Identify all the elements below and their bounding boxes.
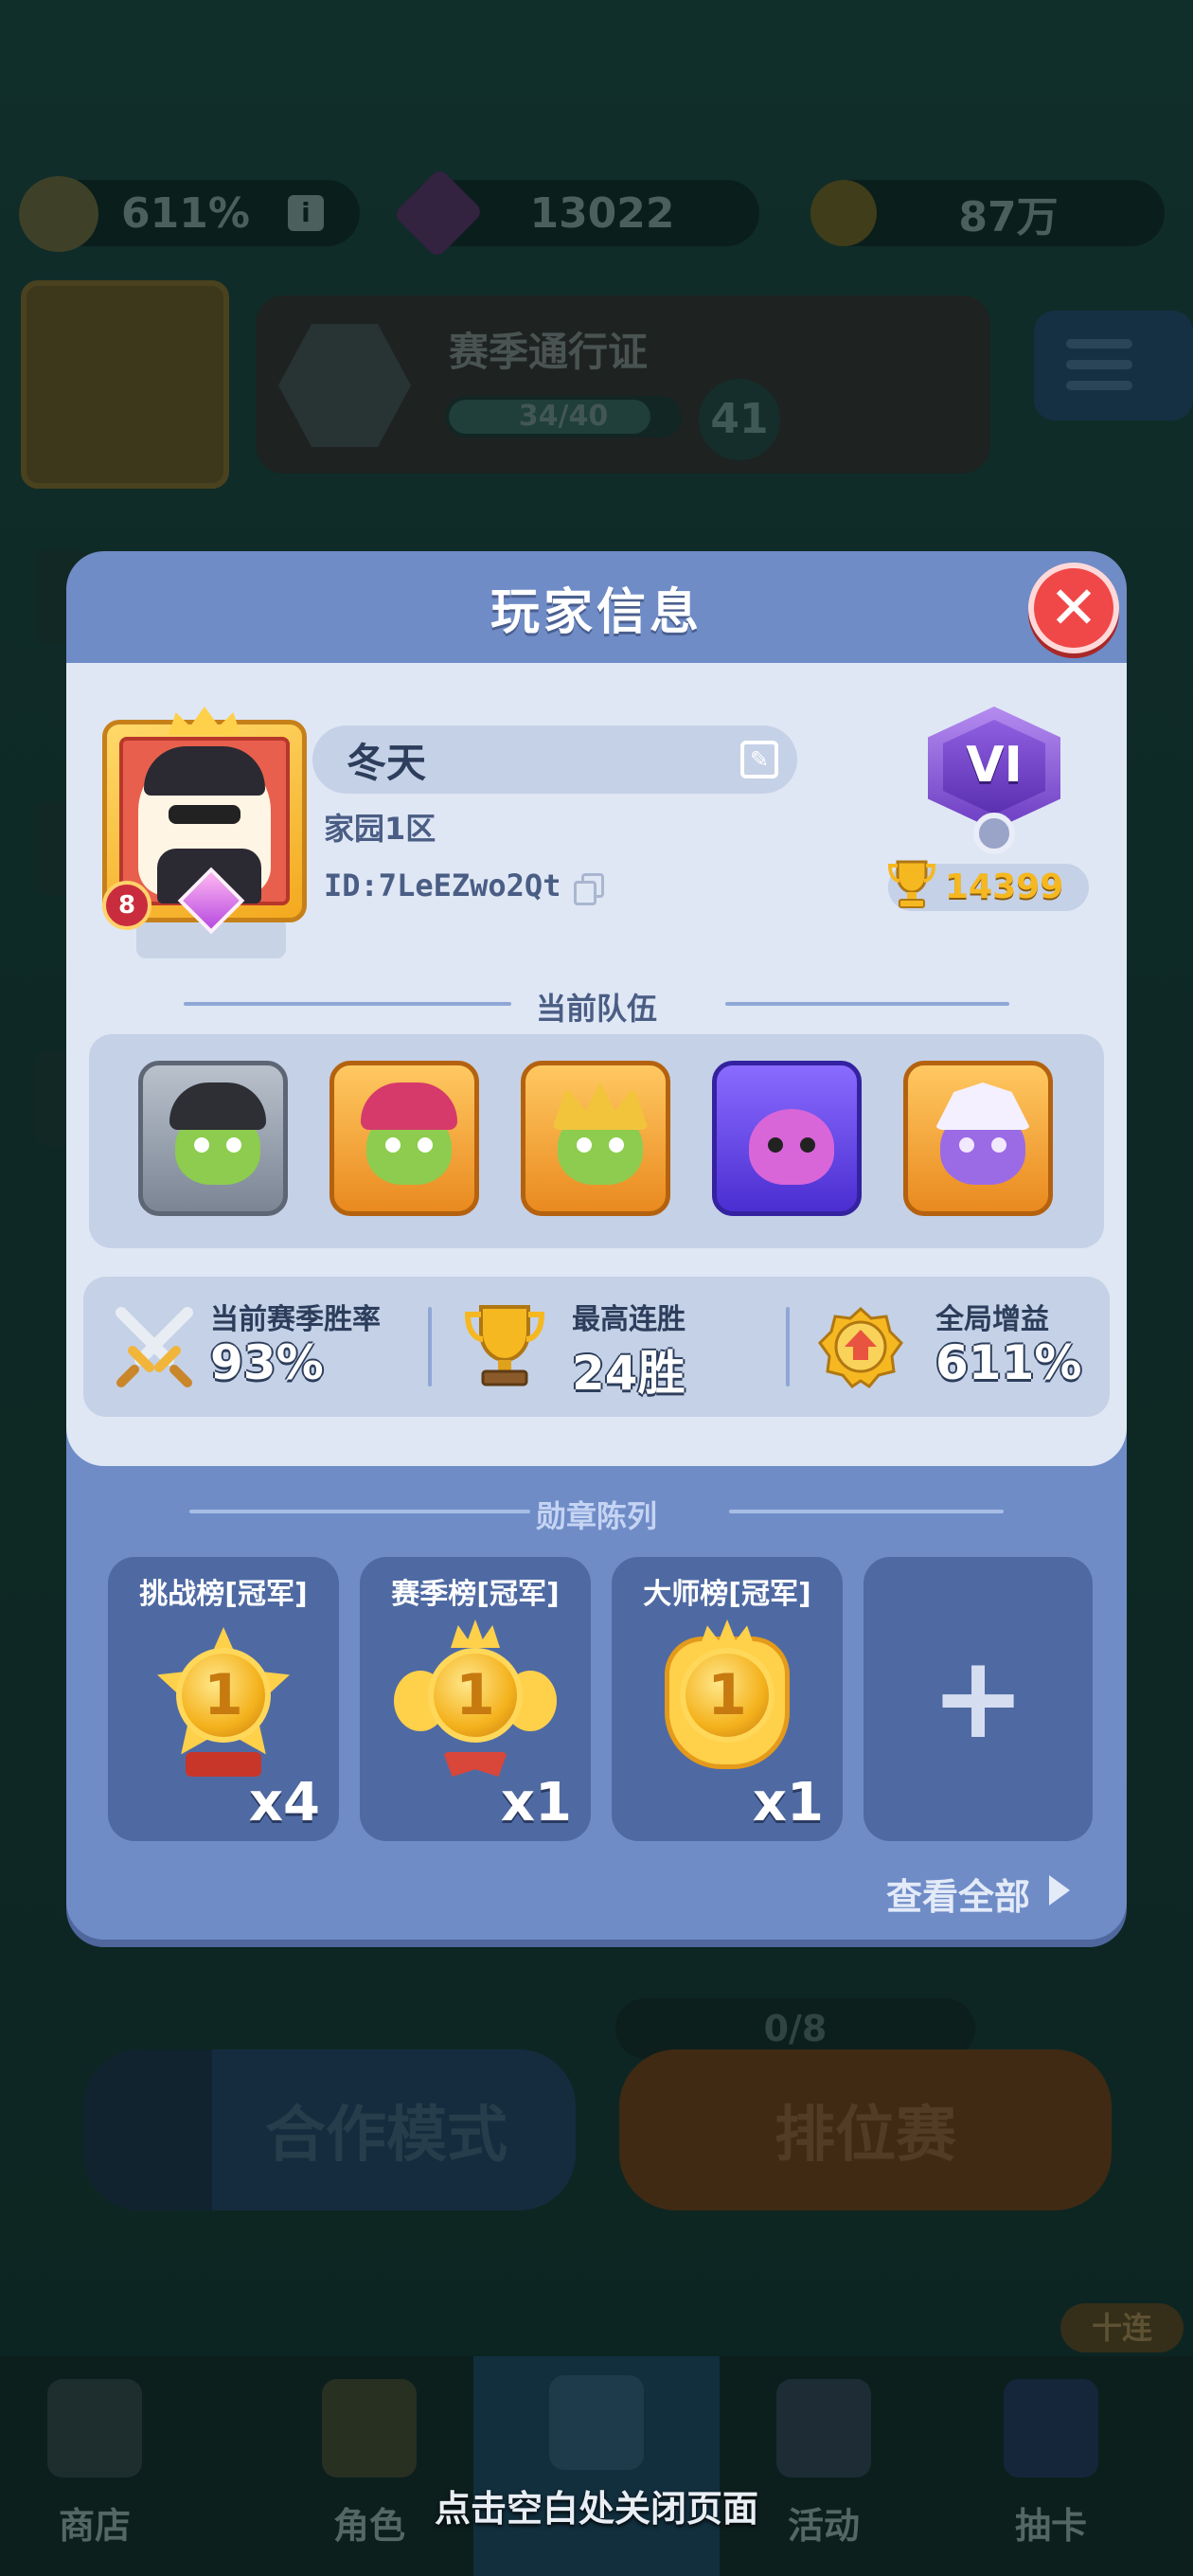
dialog-title: 玩家信息 bbox=[490, 583, 703, 641]
player-info-panel: 8 冬天 ✎ 家园1区 ID:7LeEZwo2Qt VI 14399 当前队伍 … bbox=[66, 663, 1127, 1466]
global-boost-value: 611% bbox=[935, 1335, 1082, 1390]
medal-master-champion[interactable]: 大师榜[冠军] 1 x1 bbox=[612, 1557, 843, 1841]
team-panel bbox=[89, 1034, 1104, 1248]
medal-season-champion[interactable]: 赛季榜[冠军] 1 x1 bbox=[360, 1557, 591, 1841]
player-id: ID:7LeEZwo2Qt bbox=[324, 868, 561, 903]
player-name-bar: 冬天 ✎ bbox=[312, 725, 797, 794]
close-button[interactable]: ✕ bbox=[1028, 563, 1119, 653]
player-level-badge: 8 bbox=[102, 881, 151, 930]
team-section-label: 当前队伍 bbox=[535, 991, 657, 1027]
crown-icon bbox=[169, 707, 240, 735]
trophy-icon bbox=[887, 860, 936, 908]
player-name: 冬天 bbox=[347, 739, 427, 786]
chevron-right-icon[interactable] bbox=[1049, 1875, 1070, 1905]
medal-count: x1 bbox=[500, 1772, 572, 1834]
win-rate-value: 93% bbox=[210, 1335, 324, 1390]
rank-emblem-icon: VI bbox=[918, 707, 1070, 862]
edit-icon[interactable]: ✎ bbox=[740, 741, 778, 778]
stats-panel: 当前赛季胜率 93% 最高连胜 24胜 全局增益 611% bbox=[83, 1277, 1110, 1417]
champion-medal-icon: 1 bbox=[394, 1619, 557, 1790]
trophy-count: 14399 bbox=[945, 868, 1064, 906]
plus-icon: + bbox=[930, 1633, 1026, 1764]
player-server: 家园1区 bbox=[324, 811, 436, 847]
rank-tier: VI bbox=[966, 737, 1023, 794]
close-hint: 点击空白处关闭页面 bbox=[434, 2488, 758, 2530]
hero-goblin-helmet[interactable] bbox=[138, 1061, 288, 1216]
medal-section-label: 勋章陈列 bbox=[535, 1498, 657, 1534]
win-rate-label: 当前赛季胜率 bbox=[210, 1303, 381, 1336]
hero-shadow-spirit[interactable] bbox=[903, 1061, 1053, 1216]
medal-title: 赛季榜[冠军] bbox=[391, 1578, 560, 1611]
medal-challenge-champion[interactable]: 挑战榜[冠军] 1 x4 bbox=[108, 1557, 339, 1841]
hero-goblin-mech[interactable] bbox=[329, 1061, 479, 1216]
global-boost-label: 全局增益 bbox=[935, 1303, 1049, 1336]
medal-title: 挑战榜[冠军] bbox=[139, 1578, 308, 1611]
hero-goblin-king[interactable] bbox=[521, 1061, 670, 1216]
champion-medal-icon: 1 bbox=[651, 1619, 803, 1790]
trophy-icon bbox=[464, 1305, 545, 1386]
copy-icon[interactable] bbox=[572, 869, 610, 907]
hero-pink-brute[interactable] bbox=[712, 1061, 862, 1216]
win-streak-value: 24胜 bbox=[572, 1346, 686, 1401]
close-icon: ✕ bbox=[1049, 573, 1098, 642]
swords-icon bbox=[116, 1307, 193, 1387]
win-streak-label: 最高连胜 bbox=[572, 1303, 686, 1336]
champion-medal-icon: 1 bbox=[148, 1619, 299, 1790]
add-medal-button[interactable]: + bbox=[864, 1557, 1093, 1841]
medal-title: 大师榜[冠军] bbox=[643, 1578, 811, 1611]
divider bbox=[786, 1307, 790, 1386]
medal-count: x1 bbox=[752, 1772, 824, 1834]
view-all-link[interactable]: 查看全部 bbox=[886, 1868, 1030, 1920]
dialog-header: 玩家信息 bbox=[66, 551, 1127, 663]
divider bbox=[428, 1307, 432, 1386]
player-info-dialog: 玩家信息 ✕ 8 冬天 ✎ 家园1区 ID:7LeEZwo2Qt VI 1439… bbox=[66, 551, 1127, 1940]
boost-icon bbox=[818, 1306, 903, 1388]
medal-count: x4 bbox=[248, 1772, 320, 1834]
